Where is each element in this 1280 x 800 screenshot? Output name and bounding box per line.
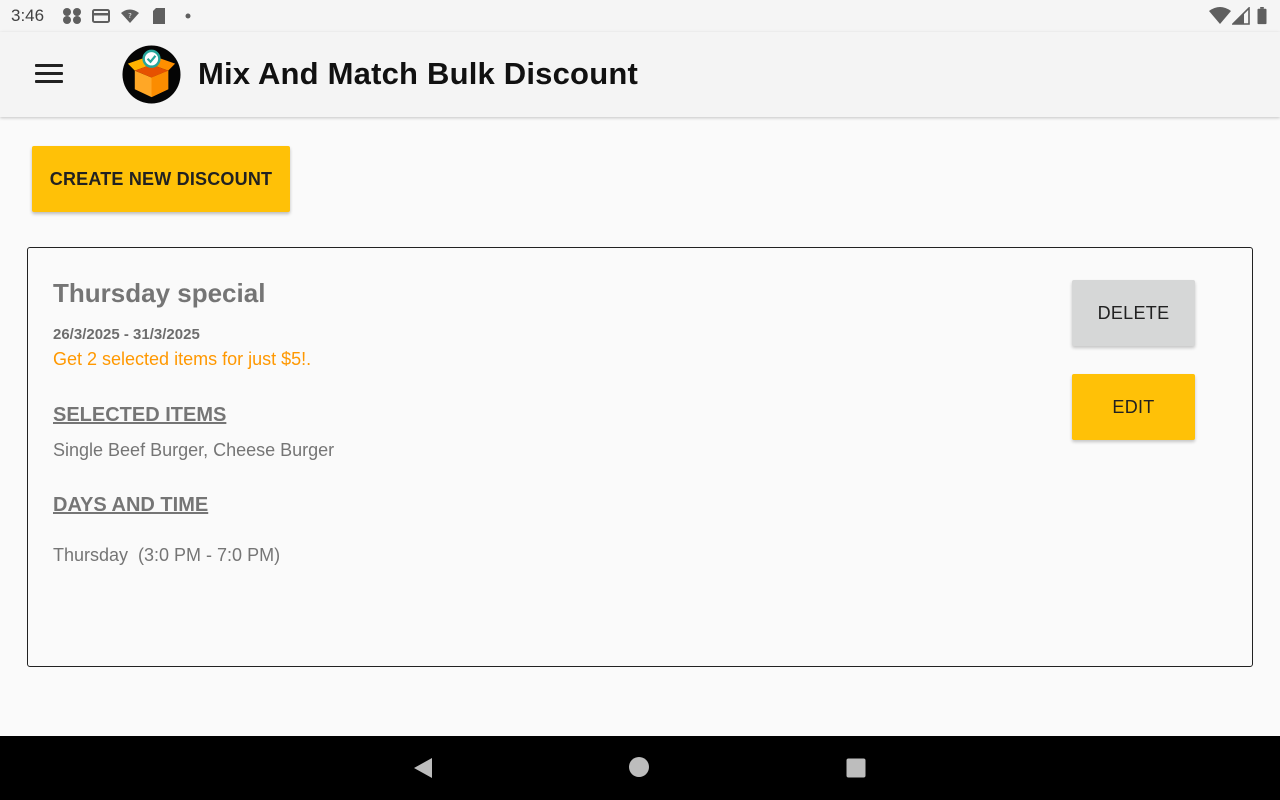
discount-dates: 26/3/2025 - 31/3/2025	[53, 326, 200, 343]
selected-items-list: Single Beef Burger, Cheese Burger	[53, 440, 335, 460]
home-icon[interactable]	[628, 756, 650, 778]
open-box-logo-icon	[122, 45, 181, 104]
selected-items-heading: SELECTED ITEMS	[53, 404, 227, 426]
status-bar: 3:46 ?	[0, 0, 1280, 32]
app-title: Mix And Match Bulk Discount	[198, 56, 638, 91]
create-new-discount-button[interactable]: CREATE NEW DISCOUNT	[32, 146, 290, 212]
discount-name: Thursday special	[53, 278, 266, 308]
fan-icon	[63, 8, 81, 24]
days-time-value: Thursday (3:0 PM - 7:0 PM)	[53, 545, 281, 565]
hamburger-menu-icon[interactable]	[35, 64, 63, 84]
signal-icon	[1232, 7, 1250, 25]
discount-description: Get 2 selected items for just $5!.	[53, 349, 312, 369]
recents-icon[interactable]	[845, 757, 867, 779]
battery-icon	[1257, 7, 1267, 25]
app-bar: Mix And Match Bulk Discount	[0, 32, 1280, 117]
wifi-question-icon: ?	[121, 9, 139, 23]
back-icon[interactable]	[412, 756, 434, 780]
dot-icon	[185, 13, 191, 19]
status-time: 3:46	[11, 6, 45, 25]
svg-text:?: ?	[128, 12, 132, 20]
wifi-icon	[1209, 7, 1231, 24]
delete-button[interactable]: DELETE	[1072, 280, 1195, 346]
card-icon	[92, 9, 110, 23]
discount-card: Thursday special 26/3/2025 - 31/3/2025 G…	[27, 247, 1253, 667]
sd-card-icon	[153, 8, 165, 24]
navigation-bar	[0, 736, 1280, 800]
days-time-heading: DAYS AND TIME	[53, 494, 209, 516]
edit-button[interactable]: EDIT	[1072, 374, 1195, 440]
